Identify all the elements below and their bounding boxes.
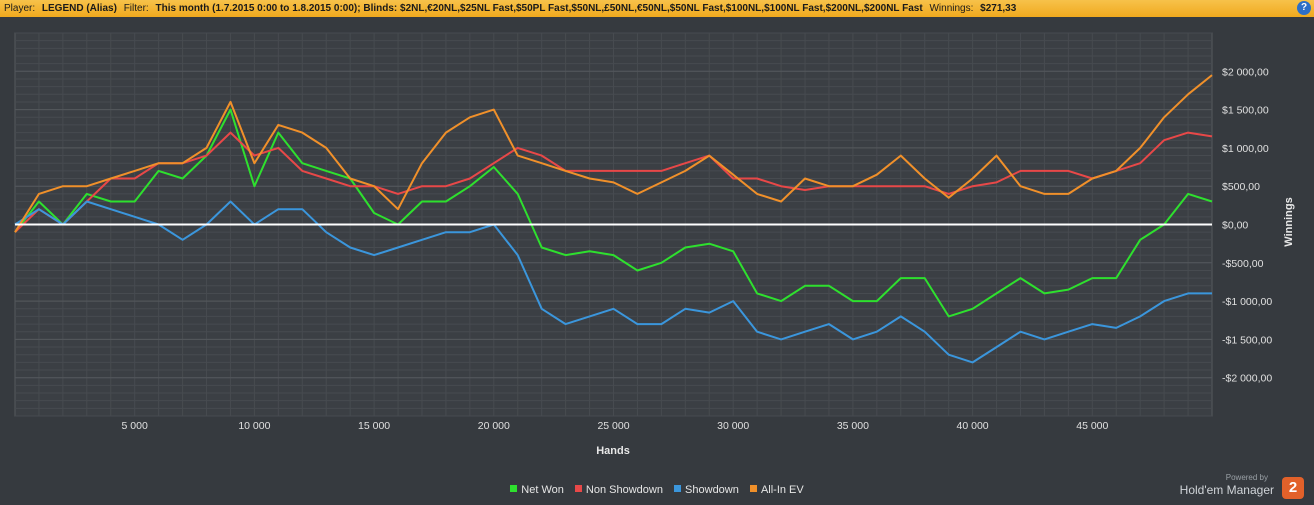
product-name: Hold'em Manager: [1179, 483, 1274, 497]
x-tick-label: 5 000: [122, 420, 148, 432]
winnings-label: Winnings:: [929, 3, 974, 14]
chart-legend: Net Won Non Showdown Showdown All-In EV: [0, 484, 1314, 496]
x-tick-label: 35 000: [837, 420, 869, 432]
legend-label: Net Won: [521, 484, 564, 496]
x-tick-label: 45 000: [1076, 420, 1108, 432]
legend-item-showdown[interactable]: Showdown: [674, 484, 739, 496]
x-axis-title: Hands: [596, 445, 630, 457]
filter-value: This month (1.7.2015 0:00 to 1.8.2015 0:…: [155, 3, 923, 14]
x-tick-label: 25 000: [597, 420, 629, 432]
legend-swatch: [674, 485, 682, 492]
player-value: LEGEND (Alias): [41, 3, 117, 14]
legend-swatch: [510, 485, 518, 492]
legend-label: Non Showdown: [585, 484, 663, 496]
powered-by-text: Powered by: [1225, 473, 1268, 482]
legend-swatch: [574, 485, 582, 492]
x-tick-label: 15 000: [358, 420, 390, 432]
legend-label: Showdown: [685, 484, 739, 496]
y-tick-label: $500,00: [1222, 181, 1260, 193]
y-tick-label: $1 000,00: [1222, 143, 1269, 155]
y-tick-label: -$1 000,00: [1222, 296, 1272, 308]
y-tick-label: -$500,00: [1222, 258, 1264, 270]
winnings-value: $271,33: [980, 3, 1017, 14]
branding: Powered by Hold'em Manager 2: [1164, 472, 1304, 502]
x-tick-label: 20 000: [478, 420, 510, 432]
y-tick-label: $0,00: [1222, 220, 1248, 232]
x-tick-label: 30 000: [717, 420, 749, 432]
hm2-logo-icon: 2: [1282, 477, 1304, 499]
legend-item-net-won[interactable]: Net Won: [510, 484, 564, 496]
x-tick-label: 40 000: [957, 420, 989, 432]
player-label: Player:: [4, 3, 36, 14]
help-icon[interactable]: ?: [1297, 1, 1311, 15]
winnings-chart: $2 000,00 $1 500,00 $1 000,00 $500,00 $0,00 -…: [14, 32, 1295, 457]
y-tick-label: $2 000,00: [1222, 66, 1269, 78]
y-tick-label: $1 500,00: [1222, 105, 1269, 117]
filter-summary-bar: Player: LEGEND (Alias) Filter: This mont…: [0, 0, 1314, 17]
x-tick-label: 10 000: [238, 420, 270, 432]
y-axis-title: Winnings: [1283, 197, 1295, 246]
legend-item-non-showdown[interactable]: Non Showdown: [574, 484, 663, 496]
legend-label: All-In EV: [760, 484, 804, 496]
legend-swatch: [749, 485, 757, 492]
legend-item-all-in-ev[interactable]: All-In EV: [749, 484, 804, 496]
y-tick-label: -$2 000,00: [1222, 373, 1272, 385]
y-tick-label: -$1 500,00: [1222, 334, 1272, 346]
filter-label: Filter:: [123, 3, 149, 14]
